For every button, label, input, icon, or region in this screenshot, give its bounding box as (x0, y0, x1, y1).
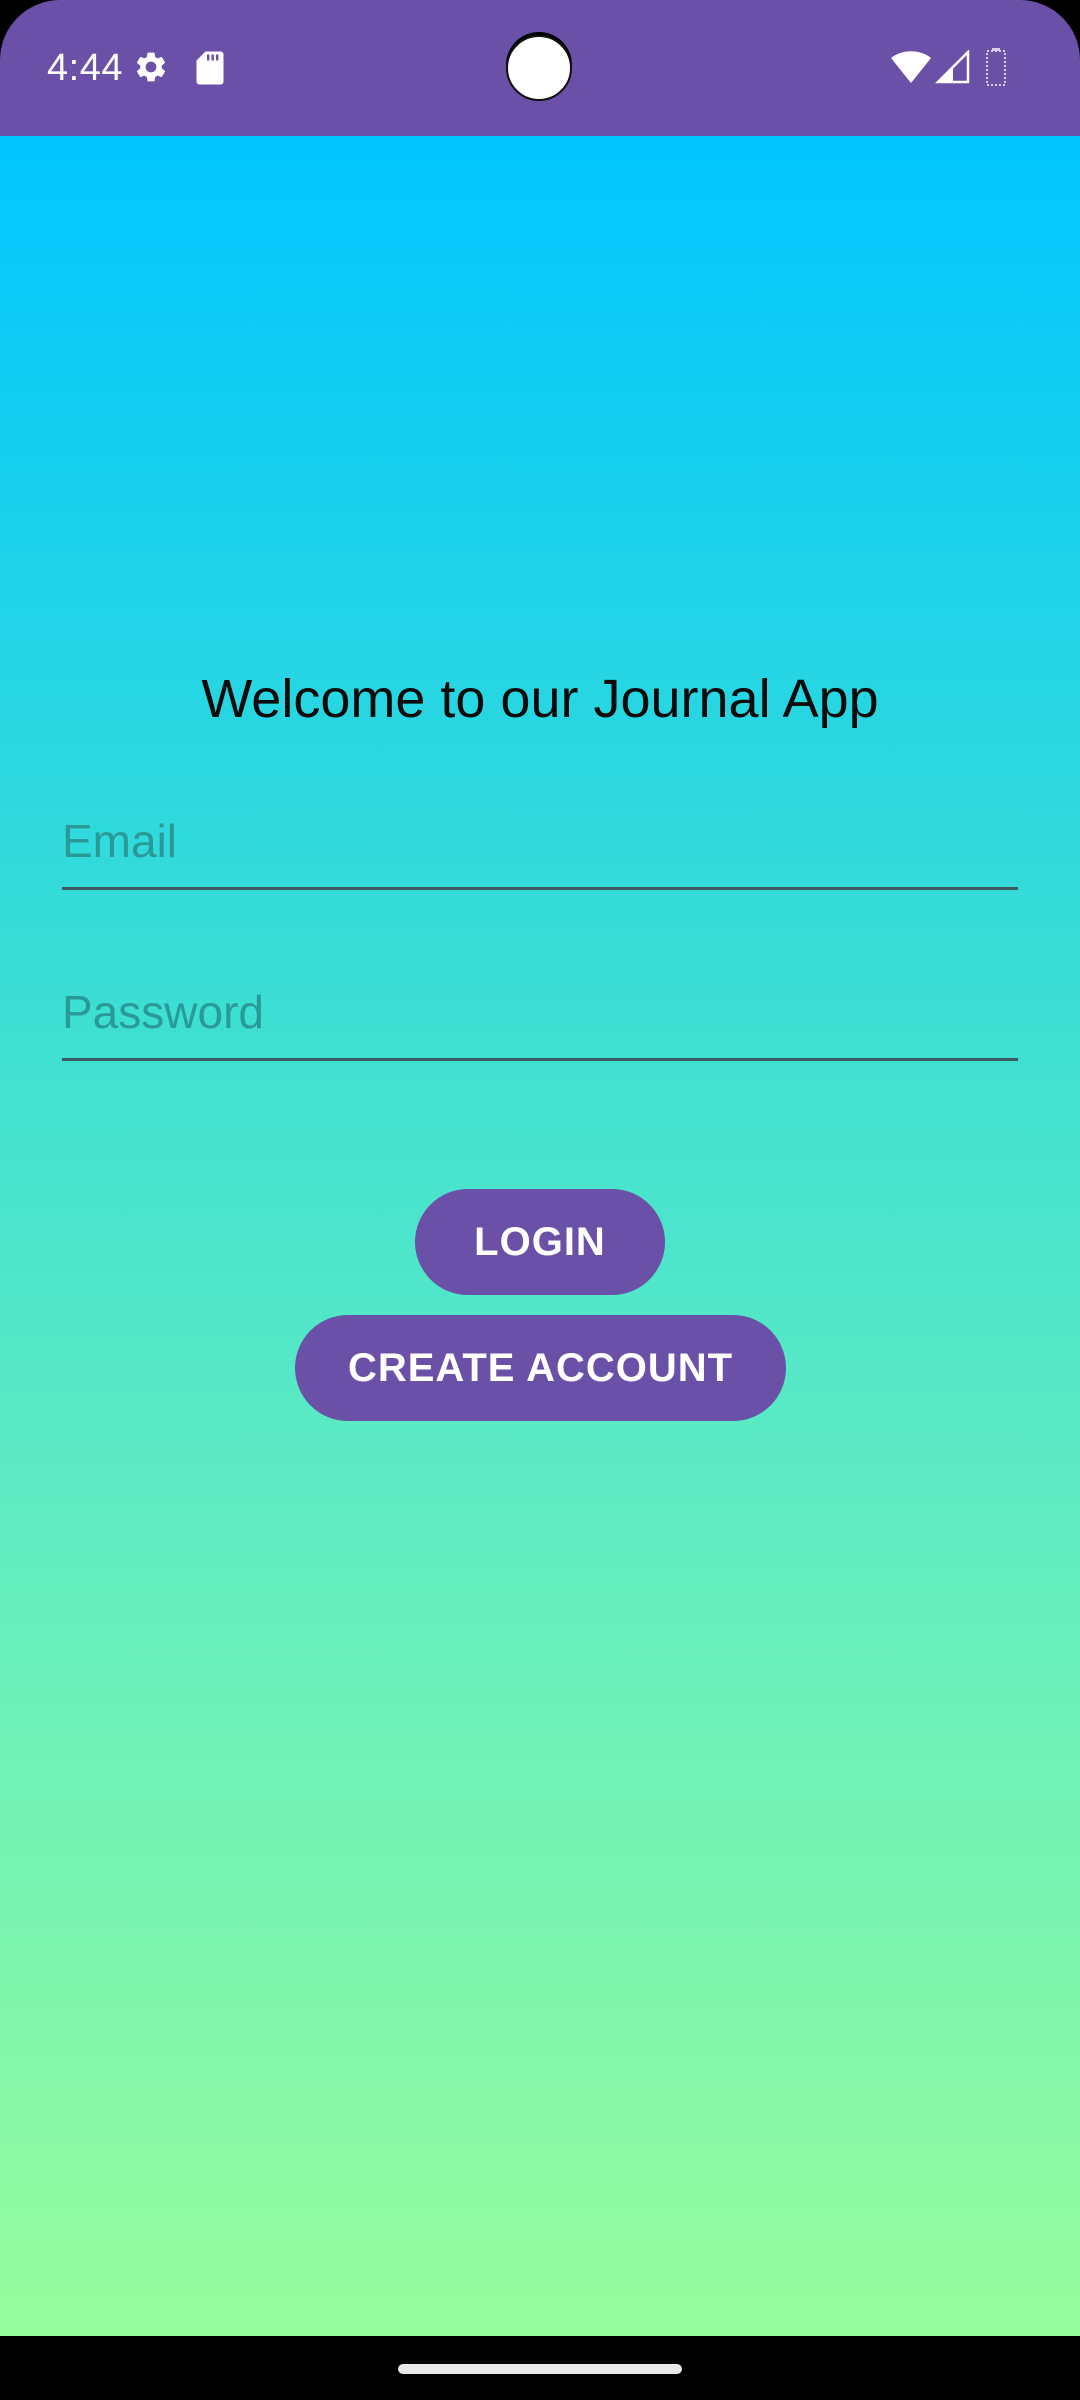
password-field[interactable] (62, 971, 1018, 1053)
gear-icon (136, 52, 166, 82)
home-indicator[interactable] (398, 2364, 682, 2374)
navigation-bar (0, 2336, 1080, 2400)
phone-screen: 4:44 Welcome to our Journal App Email LO… (0, 0, 1080, 2400)
welcome-title: Welcome to our Journal App (201, 669, 879, 729)
battery-icon (986, 48, 1006, 86)
camera-cutout (506, 35, 572, 101)
email-field-container (62, 800, 1018, 890)
login-screen: Welcome to our Journal App LOGIN CREATE … (0, 136, 1080, 2336)
login-button[interactable]: LOGIN (415, 1189, 665, 1295)
signal-icon (935, 50, 970, 84)
sdcard-icon (196, 51, 224, 85)
password-underline (62, 1058, 1018, 1061)
create-account-button[interactable]: CREATE ACCOUNT (295, 1315, 786, 1421)
status-time: 4:44 (47, 47, 123, 89)
status-bar: 4:44 (0, 0, 1080, 136)
email-underline (62, 887, 1018, 890)
password-field-container (62, 971, 1018, 1061)
wifi-icon (891, 51, 931, 83)
email-field[interactable] (62, 800, 1018, 882)
